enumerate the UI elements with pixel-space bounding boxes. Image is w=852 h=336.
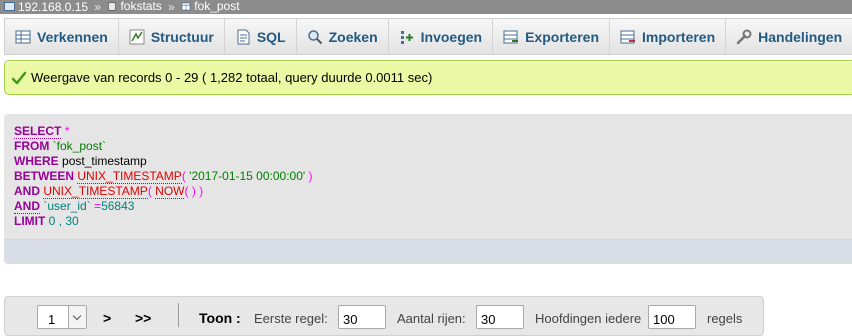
sql-keyword: LIMIT xyxy=(14,214,46,228)
sql-function[interactable]: UNIX_TIMESTAMP xyxy=(43,184,148,199)
tab-structure[interactable]: Structuur xyxy=(119,19,225,54)
tab-operations[interactable]: Handelingen xyxy=(726,19,852,54)
chevron-down-icon[interactable] xyxy=(68,306,86,328)
tab-browse[interactable]: Verkennen xyxy=(5,19,119,54)
tab-search[interactable]: Zoeken xyxy=(297,19,389,54)
import-icon xyxy=(620,30,636,43)
sql-keyword: AND xyxy=(14,184,40,198)
breadcrumb: 192.168.0.15 » fokstats » fok_post xyxy=(0,0,852,14)
sql-keyword: WHERE xyxy=(14,154,59,168)
structure-icon xyxy=(129,29,145,44)
success-text: Weergave van records 0 - 29 ( 1,282 tota… xyxy=(31,70,433,85)
insert-icon xyxy=(400,30,413,44)
headers-input[interactable]: 100 xyxy=(648,305,696,329)
browse-icon xyxy=(15,30,31,43)
table-icon xyxy=(181,2,191,11)
sql-keyword[interactable]: AND xyxy=(14,199,40,214)
breadcrumb-table[interactable]: fok_post xyxy=(181,0,240,13)
sql-keyword[interactable]: SELECT xyxy=(14,124,62,139)
breadcrumb-database[interactable]: fokstats xyxy=(107,0,162,13)
page-select[interactable]: 1 xyxy=(37,305,87,329)
sql-icon xyxy=(237,29,250,44)
tab-export[interactable]: Exporteren xyxy=(493,19,611,54)
sql-code[interactable]: SELECT * FROM `fok_post` WHERE post_time… xyxy=(14,124,313,229)
sql-function[interactable]: NOW xyxy=(155,184,185,199)
sql-keyword: FROM xyxy=(14,139,50,153)
tab-import[interactable]: Importeren xyxy=(610,19,727,54)
export-icon xyxy=(503,30,519,43)
tab-sql[interactable]: SQL xyxy=(225,19,297,54)
checkmark-icon xyxy=(11,71,27,84)
breadcrumb-server[interactable]: 192.168.0.15 xyxy=(18,1,88,14)
wrench-icon xyxy=(736,29,752,44)
sql-keyword: BETWEEN xyxy=(14,169,74,183)
pagination-bar: 1 > >> Toon : Eerste regel: 30 Aantal ri… xyxy=(4,296,764,336)
sql-query-box: SELECT * FROM `fok_post` WHERE post_time… xyxy=(4,114,852,264)
first-row-input[interactable]: 30 xyxy=(338,305,386,329)
sql-box-footer xyxy=(4,239,852,264)
rows-input[interactable]: 30 xyxy=(476,305,524,329)
database-icon xyxy=(108,2,117,11)
sql-function[interactable]: UNIX_TIMESTAMP xyxy=(77,169,182,184)
server-icon xyxy=(4,2,15,11)
success-message: Weergave van records 0 - 29 ( 1,282 tota… xyxy=(4,60,852,95)
divider xyxy=(178,303,179,327)
tab-bar: Verkennen Structuur SQL Zoeken Invoegen … xyxy=(4,18,852,55)
search-icon xyxy=(307,29,322,44)
tab-insert[interactable]: Invoegen xyxy=(389,19,494,54)
